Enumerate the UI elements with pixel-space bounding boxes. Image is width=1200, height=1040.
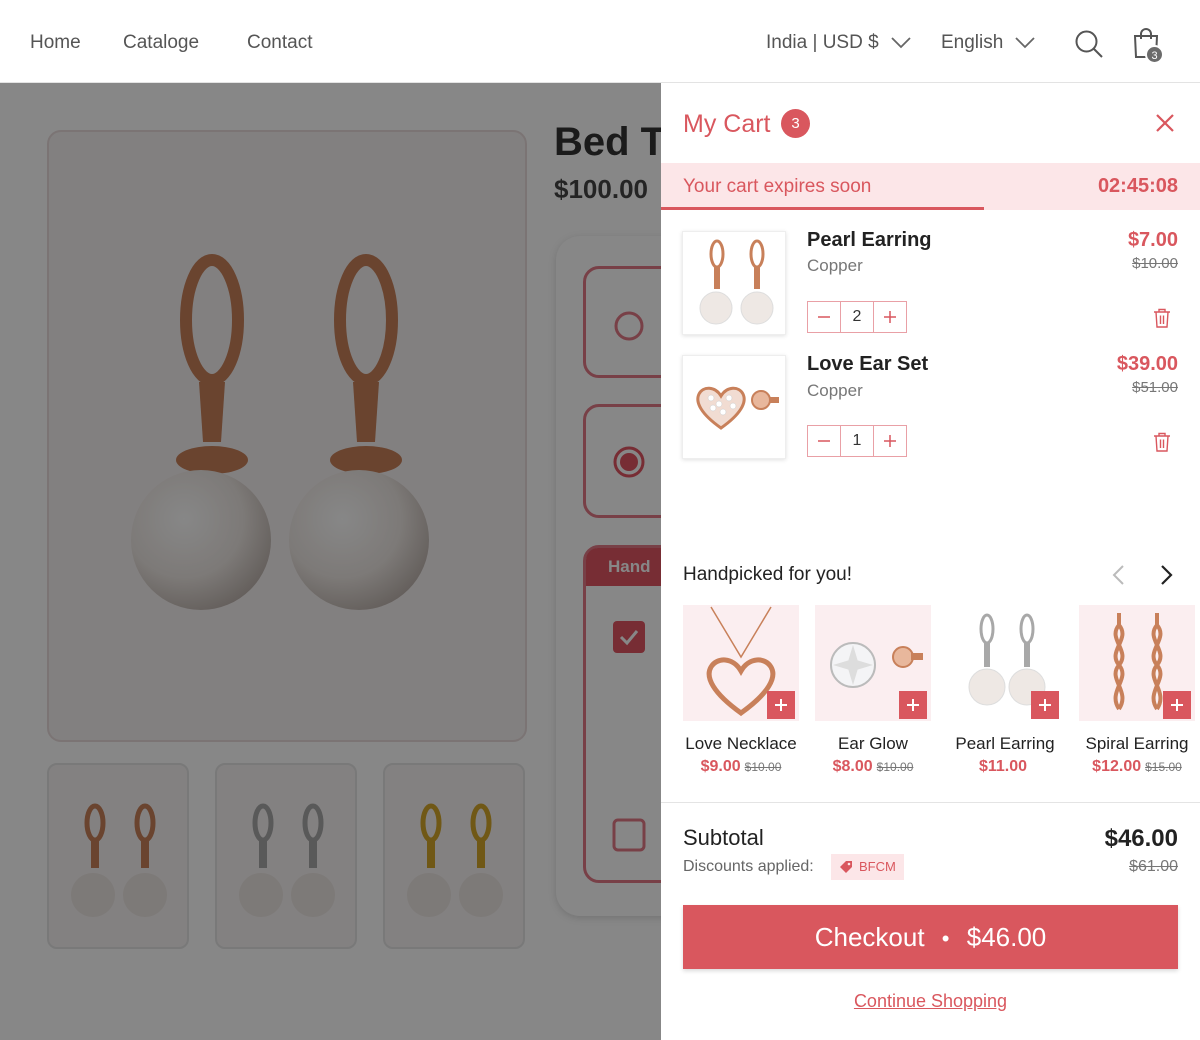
separator-dot: • [941,926,950,951]
trash-icon[interactable] [1153,432,1171,452]
plus-icon [883,311,896,323]
checkout-label: Checkout [814,922,925,952]
recommended-product-image [1079,605,1195,721]
recommended-product-image [683,605,799,721]
recommended-product-card[interactable]: Pearl Earring $11.00 [947,605,1063,776]
add-to-cart-button[interactable] [899,691,927,719]
plus-icon [883,435,896,447]
discounts-label: Discounts applied: [683,858,814,875]
recommended-product-card[interactable]: Love Necklace $9.00 $10.00 [683,605,799,776]
add-to-cart-button[interactable] [1031,691,1059,719]
shopping-bag-button[interactable]: 3 [1132,27,1168,67]
cart-item-variant: Copper [807,256,863,275]
add-to-cart-button[interactable] [1163,691,1191,719]
decrease-quantity-button[interactable] [808,426,840,456]
nav-catalog-link[interactable]: Cataloge [123,32,199,54]
cart-item-name[interactable]: Love Ear Set [807,353,928,376]
cart-item-price: $7.00 [1127,229,1178,251]
subtotal-original-value: $61.00 [1129,858,1178,875]
quantity-value[interactable]: 2 [840,302,874,332]
plus-icon [907,699,919,711]
chevron-down-icon [891,37,911,49]
cart-count-badge: 3 [781,109,810,138]
cart-expiry-banner: Your cart expires soon 02:45:08 [661,163,1200,210]
cart-item-original-price: $51.00 [1132,379,1178,396]
checkout-button[interactable]: Checkout • $46.00 [683,905,1178,969]
plus-icon [1039,699,1051,711]
discount-code: BFCM [859,859,896,874]
recommended-product-name: Spiral Earring [1085,734,1189,753]
continue-shopping-link[interactable]: Continue Shopping [661,991,1200,1012]
recommended-product-card[interactable]: Ear Glow $8.00 $10.00 [815,605,931,776]
recommended-product-original-price: $10.00 [876,760,914,774]
cart-title: My Cart [683,110,771,138]
cart-expiry-text: Your cart expires soon [683,176,872,197]
quantity-stepper: 1 [807,425,907,457]
subtotal-value: $46.00 [1104,825,1178,852]
recommended-product-original-price: $15.00 [1145,760,1182,774]
cart-expiry-progress [661,207,985,210]
region-currency-select[interactable]: India | USD $ [766,32,911,54]
top-navigation-bar: Home Cataloge Contact India | USD $ Engl… [0,0,1200,83]
cart-expiry-timer: 02:45:08 [1097,175,1178,197]
love-ear-set-image [696,386,779,430]
decrease-quantity-button[interactable] [808,302,840,332]
minus-icon [818,440,831,442]
quantity-stepper: 2 [807,301,907,333]
quantity-value[interactable]: 1 [840,426,874,456]
language-label: English [941,32,1004,53]
recommended-product-price: $9.00 [700,758,741,775]
divider [661,802,1200,803]
increase-quantity-button[interactable] [874,302,906,332]
recommended-product-image [815,605,931,721]
recommended-product-price: $8.00 [832,758,873,775]
chevron-left-icon[interactable] [1108,563,1130,587]
recommended-product-price: $11.00 [978,758,1028,775]
cart-item-name[interactable]: Pearl Earring [807,229,932,252]
chevron-right-icon[interactable] [1155,563,1177,587]
cart-drawer: My Cart 3 Your cart expires soon 02:45:0… [661,83,1200,1040]
subtotal-label: Subtotal [683,825,764,850]
add-to-cart-button[interactable] [767,691,795,719]
nav-contact-link[interactable]: Contact [247,32,312,54]
search-icon[interactable] [1074,29,1104,59]
checkout-amount: $46.00 [966,922,1047,952]
tag-icon [840,861,852,873]
close-icon[interactable] [1153,111,1177,135]
cart-item-image [682,355,786,459]
pearl-earring-image [699,239,774,325]
increase-quantity-button[interactable] [874,426,906,456]
plus-icon [1171,699,1183,711]
bag-count-badge: 3 [1145,45,1164,64]
plus-icon [775,699,787,711]
trash-icon[interactable] [1153,308,1171,328]
recommended-product-original-price: $10.00 [744,760,782,774]
nav-home-link[interactable]: Home [30,32,81,54]
minus-icon [818,316,831,318]
discount-code-badge: BFCM [831,854,904,880]
recommended-product-name: Ear Glow [838,734,908,753]
cart-item-price: $39.00 [1116,353,1178,375]
cart-item-variant: Copper [807,381,863,400]
handpicked-title: Handpicked for you! [683,564,852,585]
recommended-product-image [947,605,1063,721]
chevron-down-icon [1015,37,1035,49]
cart-item-image [682,231,786,335]
recommended-product-name: Love Necklace [685,734,797,753]
recommended-product-card[interactable]: Spiral Earring $12.00 $15.00 [1079,605,1195,776]
language-select[interactable]: English [941,32,1035,54]
recommended-product-name: Pearl Earring [955,734,1055,753]
cart-item-original-price: $10.00 [1132,255,1178,272]
region-currency-label: India | USD $ [766,32,879,53]
recommended-product-price: $12.00 [1092,758,1142,775]
